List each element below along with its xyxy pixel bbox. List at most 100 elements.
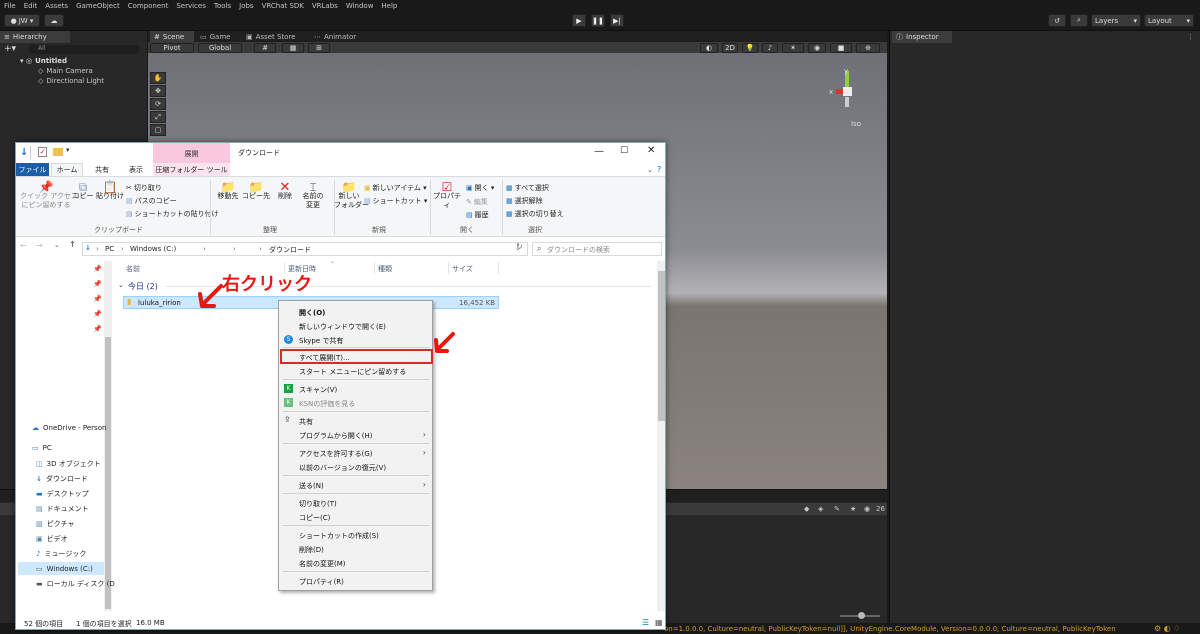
menu-vrlabs[interactable]: VRLabs: [312, 2, 338, 10]
copy-to-button[interactable]: 📁 コピー先: [242, 181, 270, 201]
nav-onedrive[interactable]: ☁ OneDrive - Person: [32, 424, 106, 432]
menu-jobs[interactable]: Jobs: [239, 2, 253, 10]
zoom-slider[interactable]: [840, 612, 880, 619]
tab-inspector[interactable]: ⓘ Inspector: [892, 31, 952, 43]
close-icon[interactable]: ✕: [647, 145, 655, 156]
recent-dropdown[interactable]: ⌄: [54, 241, 60, 249]
menu-item-extract-all[interactable]: すべて展開(T)...: [299, 353, 350, 363]
tab-animator[interactable]: ⋯ Animator: [310, 31, 370, 42]
cut-button[interactable]: ✂ 切り取り: [126, 183, 162, 193]
align-button[interactable]: ⊞: [308, 43, 330, 53]
menu-item-properties[interactable]: プロパティ(R): [299, 577, 344, 587]
search-button[interactable]: ⌕: [1070, 14, 1088, 27]
menu-help[interactable]: Help: [381, 2, 397, 10]
edit-button[interactable]: ✎ 編集: [466, 197, 488, 207]
breadcrumb-pc[interactable]: PC: [105, 245, 114, 253]
nav-local-disk-d[interactable]: ▬ ローカル ディスク (D: [36, 579, 115, 589]
layout-dropdown[interactable]: Layout ▾: [1144, 14, 1194, 27]
folder-icon[interactable]: [53, 148, 63, 156]
menu-item-open-with[interactable]: プログラムから開く(H): [299, 431, 373, 441]
paste-shortcut-button[interactable]: ▤ ショートカットの貼り付け: [126, 209, 219, 219]
menu-item-share[interactable]: 共有: [299, 417, 313, 427]
nav-windows-c[interactable]: ▭ Windows (C:): [18, 562, 104, 575]
nav-documents[interactable]: ▤ ドキュメント: [36, 504, 89, 514]
file-list-scrollbar[interactable]: [657, 261, 665, 611]
column-size[interactable]: サイズ: [452, 264, 473, 274]
add-icon[interactable]: +▾: [4, 44, 16, 54]
breadcrumb-drive[interactable]: Windows (C:): [130, 245, 176, 253]
search-input[interactable]: ⌕ ダウンロードの検索: [532, 242, 662, 256]
nav-scrollbar-thumb[interactable]: [105, 337, 111, 609]
nav-pc[interactable]: ▭ PC: [32, 444, 52, 452]
tab-game[interactable]: ▭ Game: [196, 31, 236, 42]
paste-button[interactable]: 📋 貼り付け: [95, 181, 125, 201]
nav-scrollbar[interactable]: [104, 261, 112, 611]
delete-button[interactable]: ✕ 削除: [274, 181, 296, 201]
nav-videos[interactable]: ▣ ビデオ: [36, 534, 68, 544]
nav-desktop[interactable]: ▬ デスクトップ: [36, 489, 89, 499]
tiles-view-icon[interactable]: ▦: [655, 618, 663, 627]
nav-music[interactable]: ♪ ミュージック: [36, 549, 86, 559]
menu-component[interactable]: Component: [128, 2, 169, 10]
tab-scene[interactable]: # Scene: [150, 31, 194, 42]
menu-services[interactable]: Services: [176, 2, 206, 10]
forward-button[interactable]: →: [36, 241, 43, 250]
maximize-icon[interactable]: ☐: [620, 146, 628, 156]
hierarchy-item-directional-light[interactable]: ◇ Directional Light: [38, 77, 104, 85]
rect-tool[interactable]: ▢: [150, 124, 166, 136]
menu-item-send-to[interactable]: 送る(N): [299, 481, 324, 491]
pause-button[interactable]: ❚❚: [591, 14, 605, 27]
gizmos-dropdown[interactable]: ⊕: [856, 43, 880, 53]
filter-icon[interactable]: ◆: [804, 505, 809, 513]
history-button-explorer[interactable]: ▤ 履歴: [466, 210, 489, 220]
hierarchy-search-input[interactable]: All: [28, 45, 140, 54]
menu-gameobject[interactable]: GameObject: [76, 2, 120, 10]
address-bar[interactable]: ↓ › PC › Windows (C:) › › › ダウンロード ⌄: [82, 242, 528, 256]
menu-item-cut[interactable]: 切り取り(T): [299, 499, 337, 509]
tab-asset-store[interactable]: ▣ Asset Store: [242, 31, 302, 42]
up-button[interactable]: ↑: [69, 240, 76, 249]
properties-icon[interactable]: ✓: [38, 147, 47, 157]
gizmo-projection-label[interactable]: Iso: [851, 120, 861, 128]
nav-pictures[interactable]: ▨ ピクチャ: [36, 519, 75, 529]
menu-item-delete[interactable]: 削除(D): [299, 545, 324, 555]
menu-tools[interactable]: Tools: [214, 2, 231, 10]
camera-dropdown[interactable]: ■: [830, 43, 852, 53]
pin-quick-access-button[interactable]: 📌 クイック アクセス にピン留めする: [20, 181, 78, 210]
menu-window[interactable]: Window: [346, 2, 374, 10]
menu-vrchat-sdk[interactable]: VRChat SDK: [262, 2, 304, 10]
file-list-scrollbar-thumb[interactable]: [658, 271, 665, 421]
tab-compressed-tools[interactable]: 圧縮フォルダー ツール: [153, 163, 230, 176]
more-options-icon[interactable]: ⋮: [1187, 33, 1194, 41]
scale-tool[interactable]: ⤢: [150, 111, 166, 123]
ribbon-collapse-icon[interactable]: ⌄: [647, 166, 653, 174]
menu-item-ksn[interactable]: KSNの評価を見る: [299, 399, 355, 409]
zoom-slider-thumb[interactable]: [858, 612, 865, 619]
menu-item-scan[interactable]: スキャン(V): [299, 385, 337, 395]
rename-button[interactable]: ⌶ 名前の 変更: [299, 182, 327, 210]
pivot-dropdown[interactable]: Pivot: [150, 43, 194, 53]
details-view-icon[interactable]: ☰: [642, 618, 649, 627]
properties-button[interactable]: ☑ プロパティ: [432, 181, 462, 210]
menu-item-open-new-window[interactable]: 新しいウィンドウで開く(E): [299, 322, 386, 332]
nav-3d-objects[interactable]: ◫ 3D オブジェクト: [36, 459, 101, 469]
snap-increment-button[interactable]: ▦: [282, 43, 304, 53]
column-type[interactable]: 種類: [378, 264, 392, 274]
draw-mode-button[interactable]: ◐: [700, 43, 718, 53]
orientation-gizmo[interactable]: y x Iso: [820, 65, 880, 128]
menu-item-create-shortcut[interactable]: ショートカットの作成(S): [299, 531, 379, 541]
invert-selection-button[interactable]: ▦ 選択の切り替え: [506, 209, 564, 219]
tab-home[interactable]: ホーム: [51, 163, 83, 176]
rotate-tool[interactable]: ⟳: [150, 98, 166, 110]
visibility-icon[interactable]: ◉: [864, 505, 870, 513]
menu-item-open[interactable]: 開く(O): [299, 308, 325, 318]
lighting-toggle[interactable]: 💡: [742, 43, 758, 53]
easy-access-dropdown[interactable]: ▤ ショートカット ▾: [364, 196, 427, 206]
menu-item-pin-start[interactable]: スタート メニューにピン留めする: [299, 367, 406, 377]
hand-tool[interactable]: ✋: [150, 72, 166, 84]
copy-button[interactable]: ⧉ コピー: [72, 181, 94, 201]
hierarchy-item-main-camera[interactable]: ◇ Main Camera: [38, 67, 93, 75]
global-dropdown[interactable]: Global: [198, 43, 242, 53]
play-button[interactable]: ▶: [572, 14, 586, 27]
cloud-button[interactable]: ☁: [44, 14, 64, 27]
